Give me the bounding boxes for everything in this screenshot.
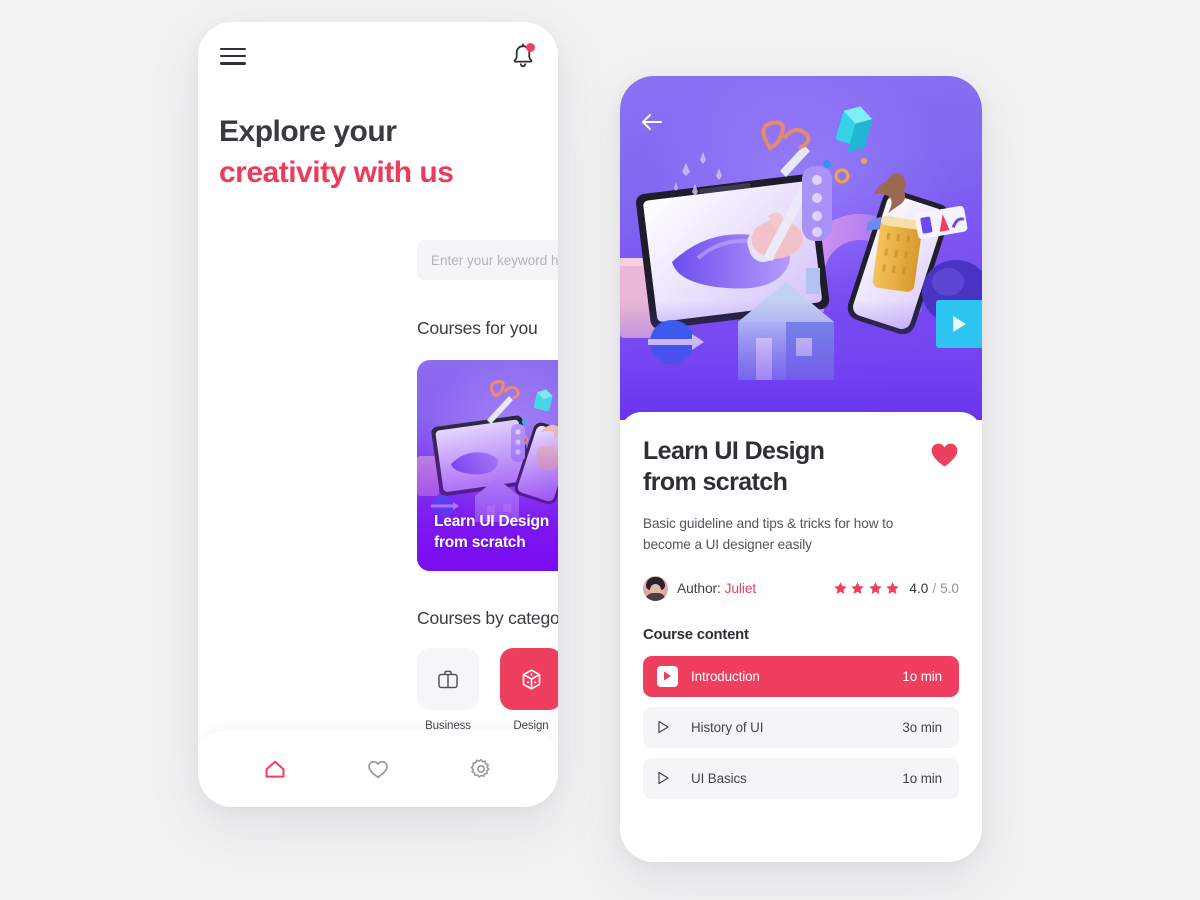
heart-icon xyxy=(368,760,388,779)
lesson-play-icon-wrap xyxy=(657,665,683,687)
hero-floor-gradient xyxy=(620,300,982,420)
star-icon xyxy=(834,581,847,594)
nav-item-home[interactable] xyxy=(255,749,295,789)
lesson-list: Introduction 1o min History of UI 3o min… xyxy=(643,655,959,799)
favorite-button[interactable] xyxy=(930,442,959,473)
play-icon xyxy=(658,721,669,734)
lesson-name: History of UI xyxy=(691,719,764,735)
lesson-duration: 3o min xyxy=(902,719,942,735)
course-card-title: Learn UI Design from scratch xyxy=(434,513,549,551)
rating-max: 5.0 xyxy=(940,580,959,596)
category-tile xyxy=(417,648,479,710)
lesson-duration: 1o min xyxy=(902,668,942,684)
bottom-navigation xyxy=(198,731,558,807)
star-icon xyxy=(886,581,900,594)
course-meta-row: Author: Juliet 4.0 / 5.0 xyxy=(643,575,959,601)
back-arrow-icon xyxy=(642,114,662,130)
play-icon xyxy=(658,772,669,785)
briefcase-icon xyxy=(438,670,458,689)
cube-box-icon xyxy=(522,668,540,690)
search-input[interactable] xyxy=(417,240,558,280)
lesson-name: UI Basics xyxy=(691,770,747,786)
headline-line-1: Explore your xyxy=(219,115,397,148)
play-button-icon xyxy=(953,316,966,332)
course-description: Basic guideline and tips & tricks for ho… xyxy=(643,515,894,552)
page-title: Explore your creativity with us xyxy=(219,112,539,194)
lesson-name: Introduction xyxy=(691,668,760,684)
screenshot-stage: Explore your creativity with us Courses … xyxy=(0,0,1200,900)
headline-line-2: creativity with us xyxy=(219,155,454,189)
category-tile xyxy=(500,648,558,710)
heart-filled-icon xyxy=(931,443,958,467)
course-title: Learn UI Design from scratch xyxy=(643,437,825,496)
nav-item-settings[interactable] xyxy=(461,749,501,789)
home-icon xyxy=(265,760,285,778)
author-avatar xyxy=(643,575,668,601)
star-icon xyxy=(869,581,882,594)
star-rating xyxy=(833,581,901,596)
categories-section-header: Courses by categories View all xyxy=(417,608,558,629)
play-icon xyxy=(657,665,678,687)
home-top-bar xyxy=(198,22,558,90)
category-item-business[interactable]: Business xyxy=(417,648,479,732)
lesson-item[interactable]: Introduction 1o min xyxy=(643,655,959,697)
rating-separator: / xyxy=(932,580,937,596)
hero-play-button[interactable] xyxy=(930,300,982,348)
course-title-row: Learn UI Design from scratch xyxy=(643,436,959,498)
course-detail-phone: Learn UI Design from scratch Basic guide… xyxy=(620,76,982,862)
author-text: Author: Juliet xyxy=(677,581,756,596)
courses-section-header: Courses for you View all xyxy=(417,318,558,339)
rating-block: 4.0 / 5.0 xyxy=(833,581,959,596)
course-hero-image xyxy=(620,76,982,420)
course-cards-row: Learn UI Design from scratch xyxy=(417,360,558,571)
notification-badge-dot xyxy=(526,43,535,52)
search-bar xyxy=(417,240,558,280)
course-card[interactable]: Learn UI Design from scratch xyxy=(417,360,558,571)
notification-bell-icon[interactable] xyxy=(510,42,536,70)
lesson-item[interactable]: UI Basics 1o min xyxy=(643,757,959,799)
category-item-design[interactable]: Design xyxy=(500,648,558,732)
author-label: Author: xyxy=(677,580,721,596)
lesson-play-icon-wrap xyxy=(657,720,683,734)
lesson-duration: 1o min xyxy=(902,770,942,786)
rating-value: 4.0 xyxy=(909,580,929,596)
courses-section-title: Courses for you xyxy=(417,318,538,338)
categories-row: Business Design xyxy=(417,648,558,732)
lesson-play-icon-wrap xyxy=(657,771,683,785)
home-screen-phone: Explore your creativity with us Courses … xyxy=(198,22,558,807)
gear-icon xyxy=(470,758,490,778)
course-detail-sheet: Learn UI Design from scratch Basic guide… xyxy=(620,412,982,862)
nav-item-favorites[interactable] xyxy=(358,749,398,789)
star-icon xyxy=(851,581,865,594)
author-block: Author: Juliet xyxy=(643,575,756,601)
author-name[interactable]: Juliet xyxy=(725,581,757,596)
course-content-heading: Course content xyxy=(643,626,749,643)
lesson-item[interactable]: History of UI 3o min xyxy=(643,706,959,748)
categories-section-title: Courses by categories xyxy=(417,608,558,628)
hamburger-menu-icon[interactable] xyxy=(220,47,246,65)
back-button[interactable] xyxy=(636,106,668,138)
